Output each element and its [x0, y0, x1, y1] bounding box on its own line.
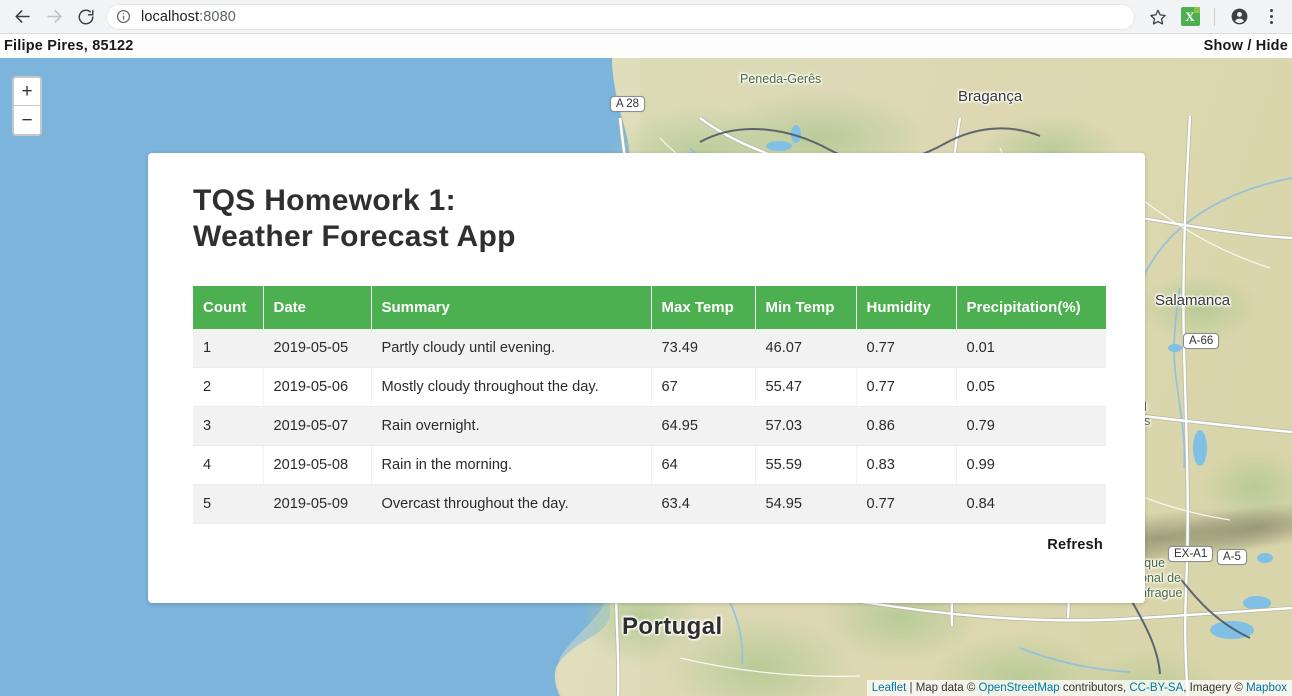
attr-imagery: , Imagery © — [1183, 682, 1247, 694]
cell-precipitation: 0.01 — [956, 329, 1106, 368]
cell-date: 2019-05-07 — [263, 406, 372, 446]
toolbar-divider — [1214, 7, 1215, 26]
cell-precipitation: 0.84 — [956, 484, 1106, 524]
card-content: TQS Homework 1: Weather Forecast App Cou… — [148, 153, 1145, 554]
map-zoom-control: + − — [12, 76, 42, 136]
highway-shield: A-66 — [1183, 333, 1220, 349]
cell-count: 1 — [193, 329, 264, 368]
cell-humidity: 0.83 — [856, 445, 957, 485]
cell-date: 2019-05-06 — [263, 367, 372, 407]
highway-shield: A-5 — [1217, 549, 1247, 565]
cell-humidity: 0.77 — [856, 329, 957, 368]
cell-count: 4 — [193, 445, 264, 485]
attr-mapdata: Map data © — [915, 682, 979, 694]
cell-precipitation: 0.99 — [956, 445, 1106, 485]
column-header-min-temp[interactable]: Min Temp — [755, 286, 857, 329]
table-row: 3 2019-05-07 Rain overnight. 64.95 57.03 0.86… — [193, 406, 1106, 446]
page-title-line2: Weather Forecast App — [193, 220, 516, 253]
page-header-bar: Filipe Pires, 85122 Show / Hide — [0, 34, 1292, 58]
url-host: localhost — [141, 8, 200, 25]
cell-max-temp: 73.49 — [651, 329, 756, 368]
weather-card: TQS Homework 1: Weather Forecast App Cou… — [148, 153, 1145, 603]
table-row: 5 2019-05-09 Overcast throughout the day. 6… — [193, 484, 1106, 524]
leaflet-link[interactable]: Leaflet — [872, 682, 907, 694]
column-header-precipitation[interactable]: Precipitation(%) — [956, 286, 1106, 329]
cell-min-temp: 46.07 — [755, 329, 857, 368]
cell-date: 2019-05-09 — [263, 484, 372, 524]
cell-summary: Overcast throughout the day. — [371, 484, 652, 524]
extension-badge: X — [1180, 7, 1200, 26]
forward-button[interactable] — [40, 3, 68, 31]
cell-max-temp: 64.95 — [651, 406, 756, 446]
cell-min-temp: 54.95 — [755, 484, 857, 524]
cell-summary: Rain overnight. — [371, 406, 652, 446]
table-head: Count Date Summary Max Temp Min Temp Hum… — [193, 286, 1106, 329]
cell-min-temp: 57.03 — [755, 406, 857, 446]
table-row: 4 2019-05-08 Rain in the morning. 64 55.59 0.… — [193, 445, 1106, 485]
back-button[interactable] — [8, 3, 36, 31]
cell-max-temp: 64 — [651, 445, 756, 485]
table-row: 2 2019-05-06 Mostly cloudy throughout the … — [193, 367, 1106, 407]
cell-min-temp: 55.47 — [755, 367, 857, 407]
cell-precipitation: 0.05 — [956, 367, 1106, 407]
table-body: 1 2019-05-05 Partly cloudy until evening. 7… — [193, 329, 1106, 524]
cell-summary: Partly cloudy until evening. — [371, 329, 652, 368]
cell-min-temp: 55.59 — [755, 445, 857, 485]
cell-humidity: 0.77 — [856, 367, 957, 407]
column-header-count[interactable]: Count — [193, 286, 264, 329]
url-port: :8080 — [199, 8, 236, 25]
page-title-line1: TQS Homework 1: — [193, 184, 456, 217]
account-circle-icon[interactable] — [1224, 2, 1254, 32]
mapbox-link[interactable]: Mapbox — [1246, 682, 1287, 694]
cell-summary: Rain in the morning. — [371, 445, 652, 485]
toolbar-actions: X — [1143, 2, 1292, 32]
cell-count: 5 — [193, 484, 264, 524]
cell-count: 3 — [193, 406, 264, 446]
cell-humidity: 0.77 — [856, 484, 957, 524]
refresh-row: Refresh — [193, 536, 1103, 554]
url-text: localhost:8080 — [141, 9, 236, 25]
three-dot-menu-icon[interactable] — [1256, 2, 1286, 32]
cell-max-temp: 67 — [651, 367, 756, 407]
attr-sep: | — [906, 682, 916, 694]
license-link[interactable]: CC-BY-SA — [1129, 682, 1183, 694]
cell-date: 2019-05-05 — [263, 329, 372, 368]
info-circle-icon[interactable] — [116, 9, 131, 24]
page-title: TQS Homework 1: Weather Forecast App — [193, 183, 1145, 255]
table-header-row: Count Date Summary Max Temp Min Temp Hum… — [193, 286, 1106, 329]
extension-icon[interactable]: X — [1175, 2, 1205, 32]
zoom-out-button[interactable]: − — [14, 106, 40, 134]
cell-max-temp: 63.4 — [651, 484, 756, 524]
address-bar[interactable]: localhost:8080 — [106, 3, 1135, 30]
highway-shield: EX-A1 — [1168, 546, 1214, 562]
forecast-table: Count Date Summary Max Temp Min Temp Hum… — [193, 286, 1106, 524]
highway-shield: A 28 — [610, 96, 646, 112]
column-header-date[interactable]: Date — [263, 286, 372, 329]
cell-precipitation: 0.79 — [956, 406, 1106, 446]
openstreetmap-link[interactable]: OpenStreetMap — [979, 682, 1060, 694]
star-icon[interactable] — [1143, 2, 1173, 32]
zoom-in-button[interactable]: + — [14, 78, 40, 106]
attr-contributors: contributors, — [1059, 682, 1130, 694]
browser-toolbar: localhost:8080 X — [0, 0, 1292, 34]
cell-humidity: 0.86 — [856, 406, 957, 446]
refresh-button[interactable]: Refresh — [1047, 537, 1103, 553]
table-row: 1 2019-05-05 Partly cloudy until evening. 7… — [193, 329, 1106, 368]
cell-summary: Mostly cloudy throughout the day. — [371, 367, 652, 407]
map-attribution: Leaflet | Map data © OpenStreetMap contr… — [866, 680, 1292, 696]
menu-dots — [1269, 9, 1273, 24]
navigation-buttons — [0, 3, 100, 31]
show-hide-toggle[interactable]: Show / Hide — [1204, 38, 1288, 54]
author-label: Filipe Pires, 85122 — [4, 38, 134, 54]
column-header-humidity[interactable]: Humidity — [856, 286, 957, 329]
column-header-summary[interactable]: Summary — [371, 286, 652, 329]
cell-date: 2019-05-08 — [263, 445, 372, 485]
browser-window: localhost:8080 X Filipe Pires, 85122 Sho… — [0, 0, 1292, 696]
reload-button[interactable] — [72, 3, 100, 31]
cell-count: 2 — [193, 367, 264, 407]
column-header-max-temp[interactable]: Max Temp — [651, 286, 756, 329]
